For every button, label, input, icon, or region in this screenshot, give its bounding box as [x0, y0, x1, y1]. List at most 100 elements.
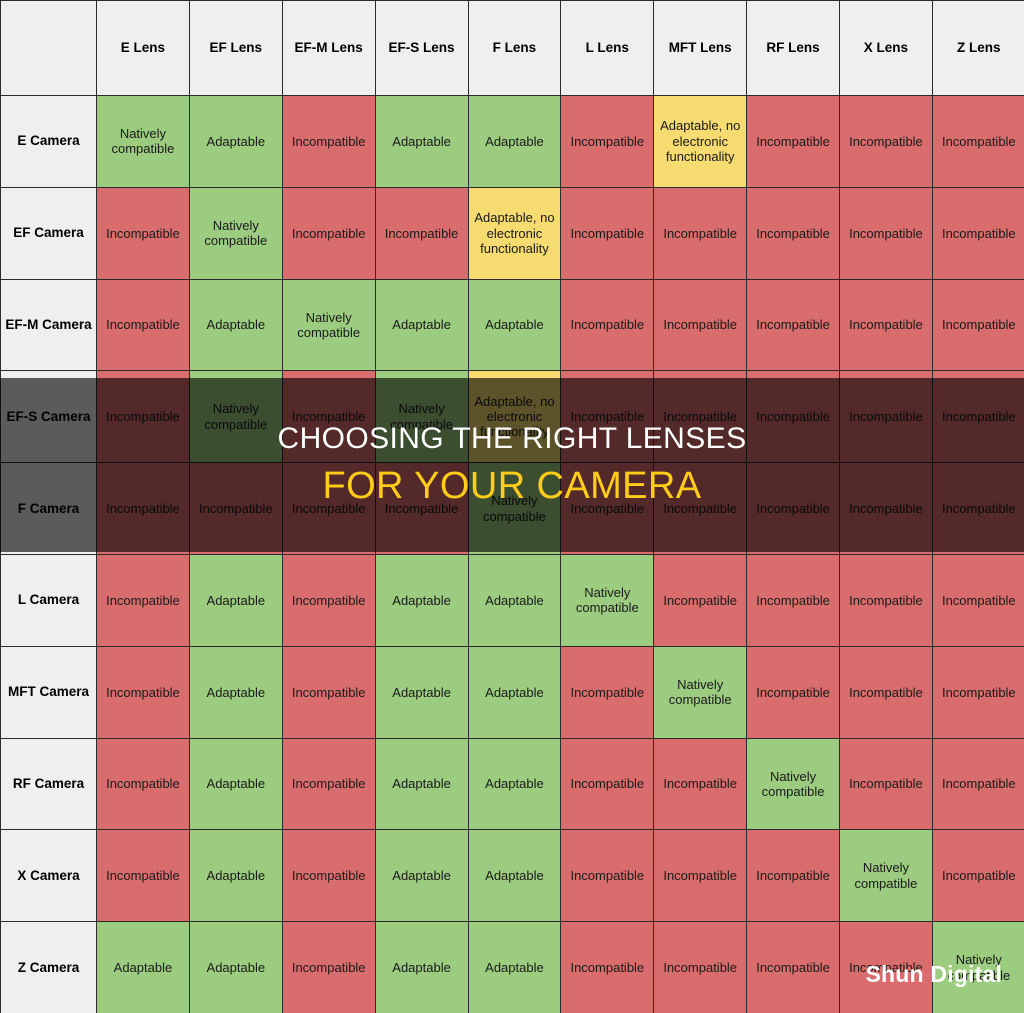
- compatibility-cell: Incompatible: [96, 829, 190, 923]
- compatibility-cell: Incompatible: [560, 186, 655, 280]
- lens-column-header: MFT Lens: [653, 0, 748, 96]
- compatibility-cell: Natively compatible: [839, 829, 933, 923]
- compatibility-cell: Incompatible: [653, 553, 748, 647]
- table-corner-cell: [0, 0, 97, 96]
- compatibility-cell: Adaptable, no electronic functionality: [467, 186, 562, 280]
- lens-column-header: X Lens: [839, 0, 933, 96]
- lens-column-header: Z Lens: [931, 0, 1024, 96]
- compatibility-cell: Incompatible: [839, 278, 933, 372]
- compatibility-cell: Adaptable: [188, 278, 283, 372]
- compatibility-cell: Adaptable: [188, 553, 283, 647]
- compatibility-cell: Adaptable: [374, 737, 469, 831]
- compatibility-cell: Incompatible: [653, 186, 748, 280]
- compatibility-cell: Incompatible: [653, 921, 748, 1013]
- compatibility-cell: Adaptable: [467, 829, 562, 923]
- compatibility-cell: Incompatible: [96, 278, 190, 372]
- lens-column-header: RF Lens: [746, 0, 840, 96]
- camera-row-header: MFT Camera: [0, 645, 97, 739]
- compatibility-cell: Incompatible: [560, 645, 655, 739]
- compatibility-cell: Incompatible: [653, 737, 748, 831]
- compatibility-cell: Incompatible: [746, 553, 840, 647]
- compatibility-cell: Adaptable: [467, 95, 562, 188]
- compatibility-cell: Incompatible: [931, 278, 1024, 372]
- table-row: X Camera Incompatible Adaptable Incompatibl…: [0, 829, 1024, 923]
- table-row: E Camera Natively compatible Adaptable Inco…: [0, 95, 1024, 188]
- compatibility-cell: Incompatible: [746, 921, 840, 1013]
- compatibility-cell: Natively compatible: [281, 278, 376, 372]
- lens-column-header: F Lens: [467, 0, 562, 96]
- camera-row-header: E Camera: [0, 95, 97, 188]
- table-header-row: E Lens EF Lens EF-M Lens EF-S Lens F Lens L L…: [0, 0, 1024, 96]
- compatibility-cell: Incompatible: [560, 95, 655, 188]
- lens-column-header: EF-S Lens: [374, 0, 469, 96]
- compatibility-cell: Incompatible: [746, 278, 840, 372]
- table-row: MFT Camera Incompatible Adaptable Incompati…: [0, 645, 1024, 739]
- compatibility-cell: Adaptable, no electronic functionality: [653, 95, 748, 188]
- compatibility-cell: Natively compatible: [560, 553, 655, 647]
- compatibility-cell: Adaptable: [467, 553, 562, 647]
- table-row: EF Camera Incompatible Natively compatible…: [0, 186, 1024, 280]
- compatibility-cell: Natively compatible: [96, 95, 190, 188]
- compatibility-cell: Incompatible: [746, 95, 840, 188]
- compatibility-cell: Adaptable: [188, 645, 283, 739]
- compatibility-cell: Adaptable: [374, 921, 469, 1013]
- compatibility-cell: Incompatible: [281, 95, 376, 188]
- compatibility-cell: Incompatible: [839, 737, 933, 831]
- compatibility-cell: Incompatible: [839, 186, 933, 280]
- compatibility-cell: Adaptable: [96, 921, 190, 1013]
- compatibility-cell: Incompatible: [931, 553, 1024, 647]
- camera-row-header: Z Camera: [0, 921, 97, 1013]
- banner-headline-line-1: CHOOSING THE RIGHT LENSES: [277, 421, 747, 455]
- compatibility-cell: Incompatible: [560, 278, 655, 372]
- compatibility-cell: Incompatible: [281, 645, 376, 739]
- camera-row-header: L Camera: [0, 553, 97, 647]
- camera-row-header: EF-M Camera: [0, 278, 97, 372]
- compatibility-cell: Incompatible: [281, 921, 376, 1013]
- compatibility-cell: Incompatible: [931, 645, 1024, 739]
- watermark-label: Shun Digital: [865, 961, 1002, 987]
- compatibility-cell: Incompatible: [560, 921, 655, 1013]
- table-header: E Lens EF Lens EF-M Lens EF-S Lens F Lens L L…: [0, 0, 1024, 96]
- compatibility-cell: Incompatible: [839, 645, 933, 739]
- compatibility-cell: Incompatible: [746, 829, 840, 923]
- compatibility-cell: Incompatible: [746, 645, 840, 739]
- compatibility-cell: Adaptable: [374, 645, 469, 739]
- camera-row-header: RF Camera: [0, 737, 97, 831]
- compatibility-cell: Adaptable: [188, 737, 283, 831]
- compatibility-cell: Incompatible: [96, 737, 190, 831]
- compatibility-cell: Incompatible: [96, 186, 190, 280]
- lens-column-header: E Lens: [96, 0, 190, 96]
- compatibility-matrix-image: E Lens EF Lens EF-M Lens EF-S Lens F Lens L L…: [0, 0, 1024, 1013]
- compatibility-cell: Incompatible: [653, 278, 748, 372]
- compatibility-cell: Adaptable: [374, 829, 469, 923]
- compatibility-cell: Incompatible: [931, 737, 1024, 831]
- table-row: RF Camera Incompatible Adaptable Incompatib…: [0, 737, 1024, 831]
- compatibility-cell: Incompatible: [746, 186, 840, 280]
- camera-row-header: X Camera: [0, 829, 97, 923]
- banner-headline-line-2: FOR YOUR CAMERA: [322, 465, 702, 507]
- lens-column-header: L Lens: [560, 0, 655, 96]
- compatibility-cell: Adaptable: [188, 95, 283, 188]
- compatibility-cell: Incompatible: [560, 737, 655, 831]
- compatibility-cell: Incompatible: [96, 645, 190, 739]
- lens-column-header: EF-M Lens: [281, 0, 376, 96]
- compatibility-cell: Incompatible: [931, 95, 1024, 188]
- lens-column-header: EF Lens: [188, 0, 283, 96]
- compatibility-cell: Adaptable: [467, 278, 562, 372]
- compatibility-cell: Adaptable: [374, 95, 469, 188]
- table-row: L Camera Incompatible Adaptable Incompatibl…: [0, 553, 1024, 647]
- compatibility-cell: Incompatible: [931, 829, 1024, 923]
- compatibility-cell: Adaptable: [188, 829, 283, 923]
- compatibility-cell: Adaptable: [467, 737, 562, 831]
- compatibility-cell: Natively compatible: [746, 737, 840, 831]
- compatibility-cell: Incompatible: [839, 553, 933, 647]
- compatibility-cell: Natively compatible: [653, 645, 748, 739]
- compatibility-cell: Adaptable: [374, 553, 469, 647]
- compatibility-cell: Adaptable: [467, 921, 562, 1013]
- table-row: EF-M Camera Incompatible Adaptable Natively…: [0, 278, 1024, 372]
- compatibility-cell: Adaptable: [188, 921, 283, 1013]
- compatibility-cell: Incompatible: [653, 829, 748, 923]
- compatibility-cell: Natively compatible: [188, 186, 283, 280]
- compatibility-cell: Adaptable: [374, 278, 469, 372]
- compatibility-cell: Incompatible: [839, 95, 933, 188]
